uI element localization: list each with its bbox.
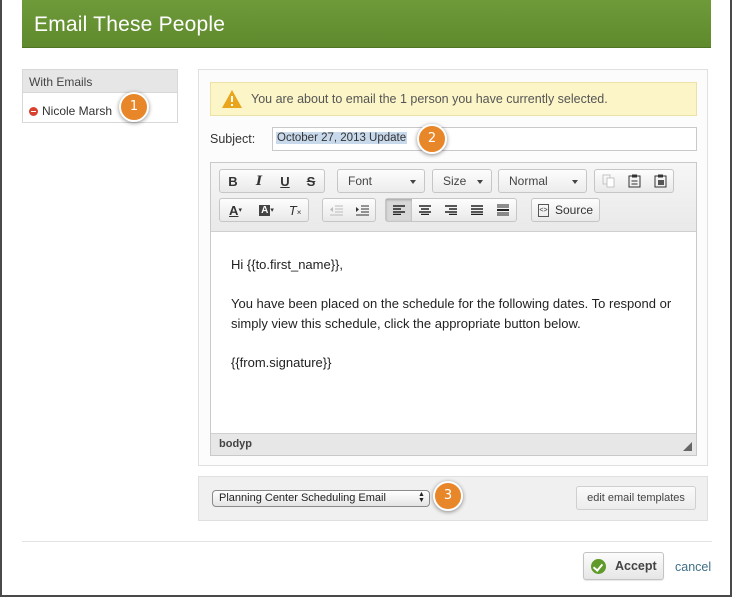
editor-body[interactable]: Hi {{to.first_name}}, You have been plac… [231,255,686,392]
email-template-select[interactable]: Planning Center Scheduling Email ▲ ▼ [212,490,430,507]
recipient-name: Nicole Marsh [42,104,113,118]
editor-statusbar: bodyp [211,433,696,455]
italic-button[interactable]: I [246,170,272,192]
color-group: A ▾ A ▾ T × [219,198,309,222]
background-color-label: A [259,204,271,216]
background-color-button[interactable]: A ▾ [251,199,282,221]
checkmark-icon [591,558,606,574]
source-button[interactable]: <> Source [531,198,600,222]
editor-toolbar: B I U S Font Size Normal A ▾ A ▾ T × <> … [211,163,696,232]
align-center-icon[interactable] [412,199,438,221]
rich-text-editor: B I U S Font Size Normal A ▾ A ▾ T × <> … [210,162,697,456]
paste-from-word-icon[interactable] [647,170,673,192]
remove-format-button[interactable]: T × [282,199,308,221]
body-signature: {{from.signature}} [231,355,332,370]
outdent-icon[interactable] [323,199,349,221]
align-right-icon[interactable] [438,199,464,221]
font-combo-label: Font [348,174,373,188]
callout-badge-1: 1 [119,92,149,122]
template-select-value: Planning Center Scheduling Email [219,492,386,504]
body-paragraph: You have been placed on the schedule for… [231,296,672,331]
chevron-down-icon [410,180,416,184]
font-combo[interactable]: Font [337,169,425,193]
subject-value: October 27, 2013 Update [276,132,408,144]
footer-divider [22,541,712,542]
source-icon: <> [538,203,549,217]
copy-icon[interactable] [595,170,621,192]
chevron-down-icon [572,180,578,184]
body-greeting: Hi {{to.first_name}}, [231,257,344,272]
format-combo-label: Normal [509,174,548,188]
chevron-down-icon [477,180,483,184]
select-updown-icon: ▲ ▼ [418,491,425,504]
strikethrough-button[interactable]: S [298,170,324,192]
indent-icon[interactable] [349,199,375,221]
compose-panel: You are about to email the 1 person you … [198,69,708,466]
subject-label: Subject: [210,132,256,146]
subject-input[interactable]: October 27, 2013 Update [272,127,697,151]
recipients-header: With Emails [23,70,177,93]
warning-icon [222,90,242,108]
element-path: bodyp [219,438,252,450]
callout-badge-3: 3 [433,481,463,511]
bold-button[interactable]: B [220,170,246,192]
edit-email-templates-button[interactable]: edit email templates [576,486,696,510]
dialog-title: Email These People [22,0,711,48]
clipboard-group [594,169,674,193]
callout-badge-2: 2 [417,124,447,154]
remove-recipient-icon[interactable] [29,106,38,116]
remove-format-label: T [288,202,297,218]
alignment-group [385,198,517,222]
paste-icon[interactable] [621,170,647,192]
text-color-button[interactable]: A ▾ [220,199,251,221]
accept-label: Accept [615,559,657,573]
align-left-icon[interactable] [386,199,412,221]
indent-group [322,198,376,222]
text-color-label: A [229,202,239,218]
window-border-left [0,0,2,597]
resize-grip-icon[interactable] [683,442,692,451]
size-combo-label: Size [443,174,467,188]
recipients-panel: With Emails Nicole Marsh [22,69,178,123]
accept-button[interactable]: Accept [583,552,664,580]
recipient-item: Nicole Marsh [23,93,177,123]
cancel-link[interactable]: cancel [675,560,711,574]
format-combo[interactable]: Normal [498,169,587,193]
underline-button[interactable]: U [272,170,298,192]
size-combo[interactable]: Size [432,169,492,193]
warning-text: You are about to email the 1 person you … [251,92,608,106]
source-label: Source [555,203,594,217]
horizontal-rule-icon[interactable] [490,199,516,221]
basic-style-group: B I U S [219,169,325,193]
justify-icon[interactable] [464,199,490,221]
warning-banner: You are about to email the 1 person you … [210,82,697,116]
